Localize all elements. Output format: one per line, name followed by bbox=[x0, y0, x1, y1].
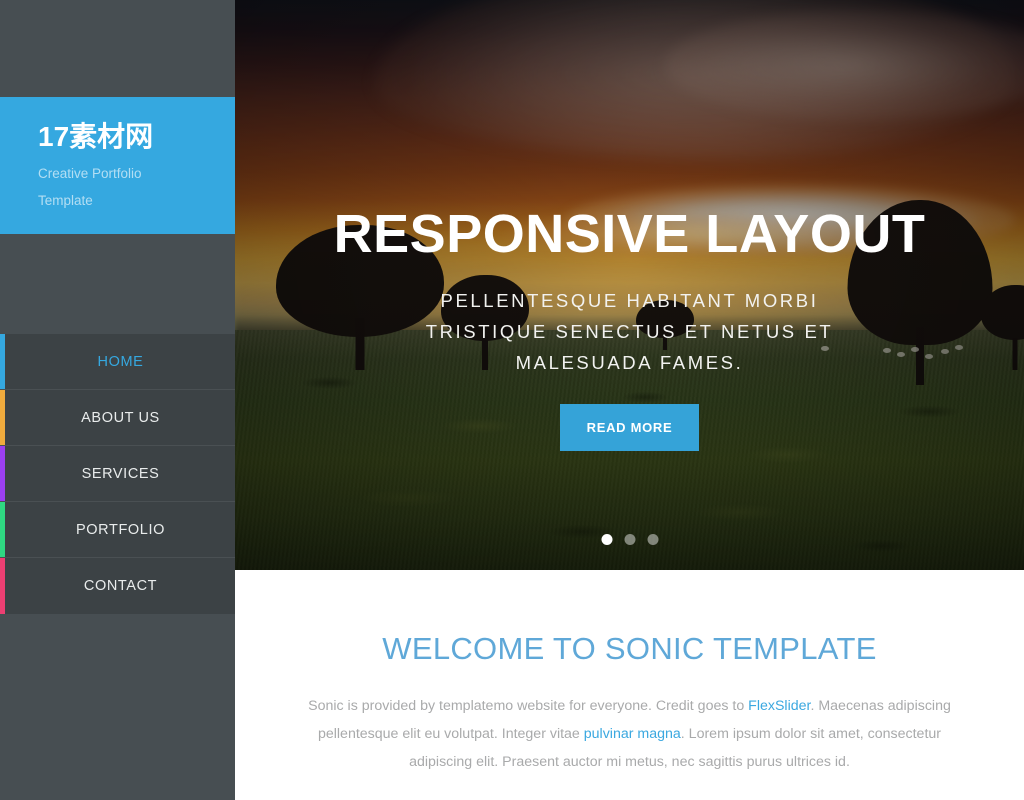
welcome-text-part1: Sonic is provided by templatemo website … bbox=[308, 698, 749, 715]
site-logo-block[interactable]: 17素材网 Creative Portfolio Template bbox=[0, 97, 235, 234]
slider-dot-3[interactable] bbox=[647, 534, 658, 545]
welcome-title: WELCOME TO SONIC TEMPLATE bbox=[382, 631, 877, 666]
read-more-button[interactable]: READ MORE bbox=[559, 403, 700, 451]
sidebar-item-portfolio[interactable]: PORTFOLIO bbox=[0, 502, 235, 558]
sidebar-item-about-us[interactable]: ABOUT US bbox=[0, 390, 235, 446]
main-navigation: HOME ABOUT US SERVICES PORTFOLIO CONTACT bbox=[0, 334, 235, 614]
accent-bar-portfolio bbox=[0, 502, 5, 557]
accent-bar-services bbox=[0, 446, 5, 501]
site-logo-subtitle-line2: Template bbox=[38, 193, 93, 208]
site-logo-subtitle: Creative Portfolio Template bbox=[38, 160, 235, 214]
page-root: 17素材网 Creative Portfolio Template HOME A… bbox=[0, 0, 1024, 800]
slider-pagination bbox=[601, 534, 658, 545]
sidebar: 17素材网 Creative Portfolio Template HOME A… bbox=[0, 0, 235, 800]
site-logo-subtitle-line1: Creative Portfolio bbox=[38, 166, 142, 181]
sidebar-item-label: PORTFOLIO bbox=[76, 521, 165, 538]
site-logo-title: 17素材网 bbox=[38, 121, 154, 152]
accent-bar-home bbox=[0, 334, 5, 389]
hero-slider: RESPONSIVE LAYOUT Pellentesque habitant … bbox=[235, 0, 1024, 570]
hero-title: RESPONSIVE LAYOUT bbox=[333, 204, 926, 264]
flexslider-link[interactable]: FlexSlider bbox=[748, 698, 810, 714]
sidebar-item-label: ABOUT US bbox=[81, 409, 160, 426]
pulvinar-magna-link[interactable]: pulvinar magna bbox=[584, 726, 681, 742]
accent-bar-about-us bbox=[0, 390, 5, 445]
hero-content: RESPONSIVE LAYOUT Pellentesque habitant … bbox=[235, 0, 1024, 570]
welcome-section: WELCOME TO SONIC TEMPLATE Sonic is provi… bbox=[235, 570, 1024, 800]
sidebar-item-label: SERVICES bbox=[81, 465, 160, 482]
sidebar-item-label: CONTACT bbox=[83, 578, 158, 594]
hero-subtitle: Pellentesque habitant morbi tristique se… bbox=[425, 289, 834, 373]
accent-bar-contact bbox=[0, 558, 5, 614]
slider-dot-1[interactable] bbox=[601, 534, 612, 545]
sidebar-item-services[interactable]: SERVICES bbox=[0, 446, 235, 502]
sidebar-item-label: HOME bbox=[97, 353, 144, 370]
welcome-paragraph: Sonic is provided by templatemo website … bbox=[306, 692, 954, 776]
slider-dot-2[interactable] bbox=[624, 534, 635, 545]
sidebar-item-contact[interactable]: CONTACT bbox=[0, 558, 235, 614]
sidebar-item-home[interactable]: HOME bbox=[0, 334, 235, 390]
